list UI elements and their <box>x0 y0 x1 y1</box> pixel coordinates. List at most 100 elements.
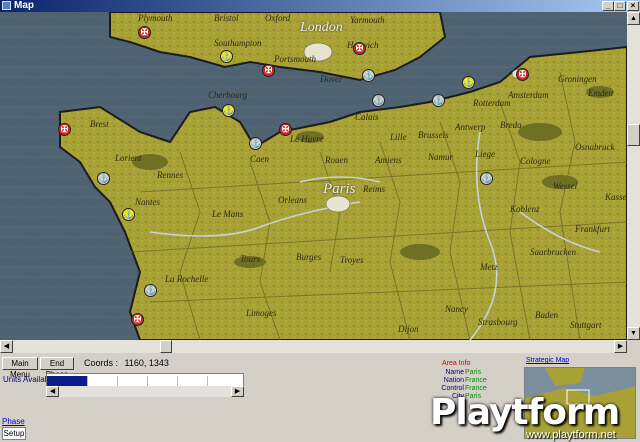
label-frankfurt: Frankfurt <box>575 224 610 234</box>
label-lille: Lille <box>390 132 407 142</box>
vertical-scroll-thumb[interactable] <box>627 124 640 146</box>
label-cherbourg: Cherbourg <box>208 90 248 100</box>
label-namur: Namur <box>428 152 454 162</box>
unit-slot[interactable] <box>147 376 177 386</box>
playtform-watermark: Playtform www.playtform.net <box>430 392 640 442</box>
units-scroll-left-icon[interactable]: ◀ <box>46 386 59 397</box>
scroll-up-icon[interactable]: ▲ <box>627 12 640 25</box>
anchor-icon[interactable]: ⚓ <box>122 208 135 221</box>
fleet-icon[interactable]: ✠ <box>138 26 151 39</box>
title-bar: Map _ □ × <box>0 0 640 12</box>
unit-slot[interactable] <box>207 376 237 386</box>
label-limoges: Limoges <box>246 308 277 318</box>
anchor-icon[interactable]: ⚓ <box>222 104 235 117</box>
units-scrollbar[interactable]: ◀ ▶ <box>46 386 244 397</box>
label-bristol: Bristol <box>214 13 239 23</box>
unit-slot[interactable] <box>117 376 147 386</box>
label-tours: Tours <box>240 254 261 264</box>
label-lorient: Lorient <box>115 153 142 163</box>
fleet-icon[interactable]: ✠ <box>516 68 529 81</box>
label-oxford: Oxford <box>265 13 291 23</box>
port-icon[interactable]: ⚓ <box>362 69 375 82</box>
area-info-value: Paris <box>465 369 481 376</box>
label-portsmouth: Portsmouth <box>274 54 317 64</box>
area-info-value: France <box>465 385 487 392</box>
label-liege: Liege <box>475 149 495 159</box>
label-caen: Caen <box>250 154 269 164</box>
game-map[interactable]: Plymouth Bristol Oxford London Yarmouth … <box>0 12 627 340</box>
main-menu-button[interactable]: Main Menu <box>2 357 38 379</box>
port-icon[interactable]: ⚓ <box>372 94 385 107</box>
scroll-left-icon[interactable]: ◀ <box>0 340 13 353</box>
area-info-key: Nation <box>443 377 464 384</box>
label-koblenz: Koblenz <box>510 204 540 214</box>
label-southampton: Southampton <box>214 38 262 48</box>
label-metz: Metz <box>480 262 498 272</box>
label-cologne: Cologne <box>520 156 551 166</box>
label-brussels: Brussels <box>418 130 449 140</box>
unit-slot-selected[interactable] <box>47 376 87 386</box>
label-stuttgart: Stuttgart <box>570 320 602 330</box>
port-icon[interactable]: ⚓ <box>97 172 110 185</box>
fleet-icon[interactable]: ✠ <box>353 42 366 55</box>
label-amsterdam: Amsterdam <box>508 90 549 100</box>
label-kassel: Kasse <box>605 192 627 202</box>
label-dover: Dover <box>320 74 343 84</box>
horizontal-scroll-thumb[interactable] <box>160 340 172 353</box>
port-icon[interactable]: ⚓ <box>432 94 445 107</box>
window-title: Map <box>14 0 34 11</box>
fleet-icon[interactable]: ✠ <box>131 313 144 326</box>
anchor-icon[interactable]: ⚓ <box>220 50 233 63</box>
label-dijon: Dijon <box>398 324 419 334</box>
watermark-logo: Playtform <box>430 392 620 433</box>
label-breda: Breda <box>500 120 522 130</box>
end-phase-button[interactable]: End Phase <box>40 357 74 379</box>
label-nancy: Nancy <box>445 304 468 314</box>
label-london: London <box>300 20 343 35</box>
label-wessel: Wessel <box>553 181 578 191</box>
app-icon <box>2 1 11 10</box>
label-osnabruck: Osnabruck <box>575 142 615 152</box>
label-orleans: Orleans <box>278 195 307 205</box>
label-strasbourg: Strasbourg <box>478 317 518 327</box>
units-scroll-right-icon[interactable]: ▶ <box>231 386 244 397</box>
setup-phase-button[interactable]: Setup <box>2 427 26 440</box>
strategic-map-label[interactable]: Strategic Map <box>526 357 569 364</box>
port-icon[interactable]: ⚓ <box>249 137 262 150</box>
scroll-down-icon[interactable]: ▼ <box>627 327 640 340</box>
port-icon[interactable]: ⚓ <box>144 284 157 297</box>
label-groningen: Groningen <box>558 74 597 84</box>
map-horizontal-scrollbar[interactable]: ◀ ▶ <box>0 340 627 353</box>
fleet-icon[interactable]: ✠ <box>279 123 292 136</box>
label-amiens: Amiens <box>375 155 402 165</box>
fleet-icon[interactable]: ✠ <box>262 64 275 77</box>
label-rennes: Rennes <box>157 170 183 180</box>
minimize-button[interactable]: _ <box>602 1 614 11</box>
scroll-right-icon[interactable]: ▶ <box>614 340 627 353</box>
area-info-key: Name <box>445 369 464 376</box>
close-button[interactable]: × <box>627 1 639 11</box>
unit-slot[interactable] <box>177 376 207 386</box>
port-icon[interactable]: ⚓ <box>480 172 493 185</box>
label-calais: Calais <box>355 112 379 122</box>
maximize-button[interactable]: □ <box>614 1 626 11</box>
label-plymouth: Plymouth <box>138 13 173 23</box>
label-brest: Brest <box>90 119 109 129</box>
label-yarmouth: Yarmouth <box>350 15 385 25</box>
coords-value: 1160, 1343 <box>124 358 169 368</box>
label-rotterdam: Rotterdam <box>473 98 511 108</box>
anchor-icon[interactable]: ⚓ <box>462 76 475 89</box>
label-saarbrucken: Saarbrucken <box>530 247 576 257</box>
label-rouen: Rouen <box>325 155 348 165</box>
label-baden: Baden <box>535 310 558 320</box>
fleet-icon[interactable]: ✠ <box>58 123 71 136</box>
area-info-value: France <box>465 377 487 384</box>
coords-label: Coords : <box>84 358 119 368</box>
map-vertical-scrollbar[interactable]: ▲ ▼ <box>627 12 640 340</box>
label-burges: Burges <box>296 252 322 262</box>
label-paris: Paris <box>323 181 356 197</box>
scrollbar-corner <box>627 340 640 353</box>
label-troyes: Troyes <box>340 255 364 265</box>
label-larochelle: La Rochelle <box>165 274 209 284</box>
unit-slot[interactable] <box>87 376 117 386</box>
